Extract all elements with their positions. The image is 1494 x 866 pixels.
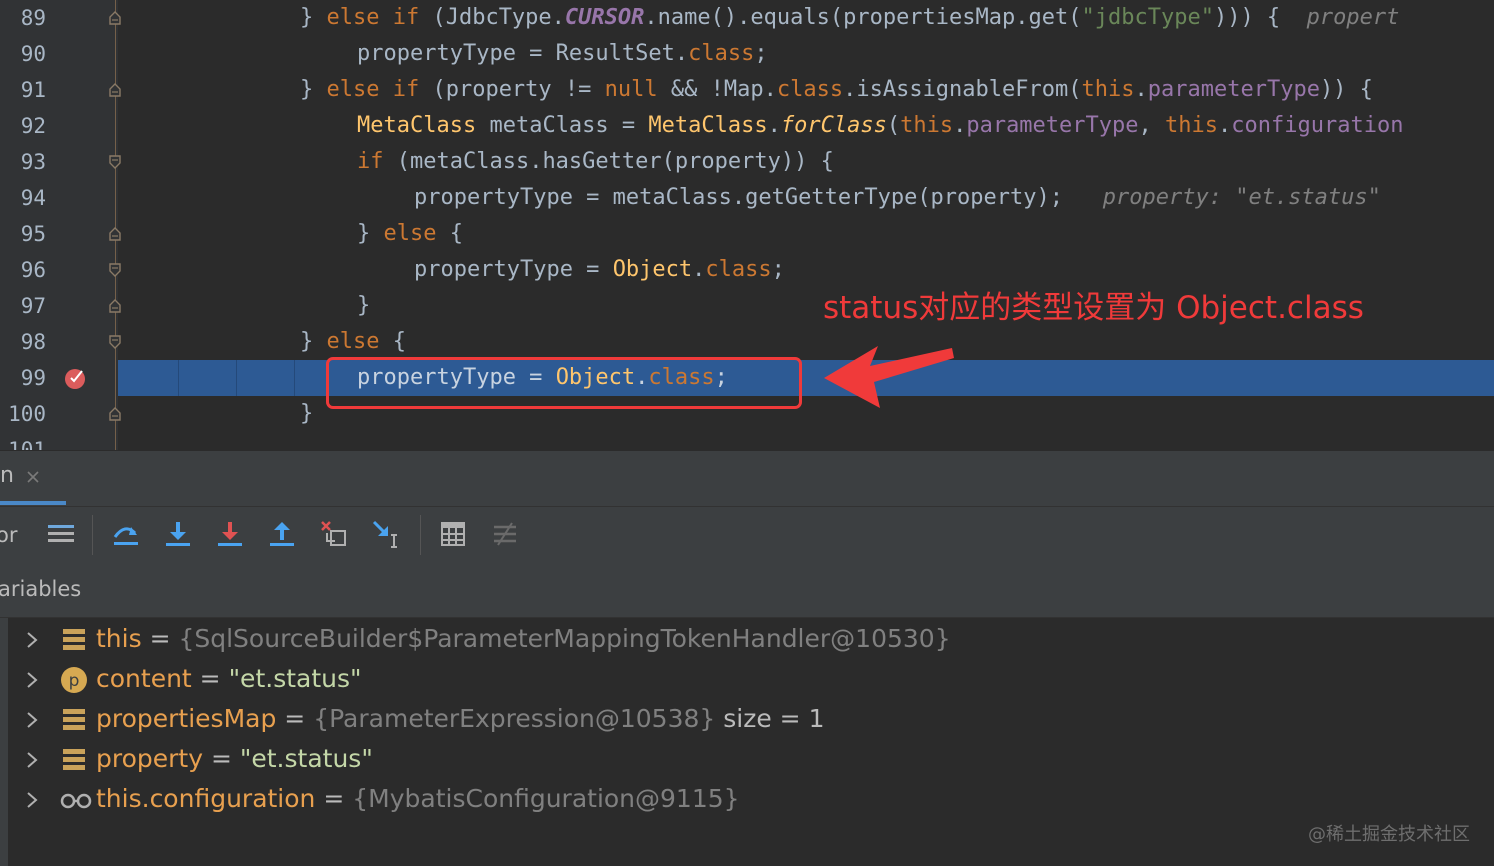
fold-marker-icon[interactable] bbox=[109, 227, 121, 241]
parameter-icon: p bbox=[61, 667, 87, 693]
indent-guide bbox=[178, 360, 179, 396]
code-text: propertyType = metaClass.getGetterType(p… bbox=[414, 185, 1381, 210]
variable-row-propertiesmap[interactable]: propertiesMap = {ParameterExpression@105… bbox=[0, 700, 1494, 740]
line-number: 96 bbox=[20, 258, 46, 282]
drop-frame-icon[interactable] bbox=[319, 519, 349, 549]
code-line-91[interactable]: 91 } else if (property != null && !Map.c… bbox=[0, 72, 1494, 108]
fold-marker-icon[interactable] bbox=[109, 11, 121, 25]
line-number: 101 bbox=[8, 438, 46, 450]
fold-marker-icon[interactable] bbox=[109, 263, 121, 277]
toolbar-separator bbox=[92, 515, 93, 555]
line-number: 94 bbox=[20, 186, 46, 210]
fold-marker-icon[interactable] bbox=[109, 299, 121, 313]
tab-label: n bbox=[0, 463, 14, 488]
code-text: propertyType = Object.class; bbox=[414, 257, 785, 282]
code-line-98[interactable]: 98 } else { bbox=[0, 324, 1494, 360]
code-text: } bbox=[300, 401, 314, 426]
variable-entry: this = {SqlSourceBuilder$ParameterMappin… bbox=[96, 624, 951, 653]
variable-row-this[interactable]: this = {SqlSourceBuilder$ParameterMappin… bbox=[0, 620, 1494, 660]
step-into-icon[interactable] bbox=[163, 519, 193, 549]
code-text: } else if (property != null && !Map.clas… bbox=[300, 77, 1373, 102]
breakpoint-icon[interactable] bbox=[64, 366, 88, 390]
code-line-94[interactable]: 94 propertyType = metaClass.getGetterTyp… bbox=[0, 180, 1494, 216]
annotation-text: status对应的类型设置为 Object.class bbox=[823, 290, 1364, 326]
variable-entry: content = "et.status" bbox=[96, 664, 362, 693]
svg-text:p: p bbox=[69, 671, 80, 691]
show-execution-point-icon[interactable] bbox=[46, 519, 76, 549]
toolbar-tab-label[interactable]: or bbox=[0, 523, 17, 547]
fold-marker-icon[interactable] bbox=[109, 407, 121, 421]
code-editor[interactable]: 89 } else if (JdbcType.CURSOR.name().equ… bbox=[0, 0, 1494, 450]
variables-title: ariables bbox=[0, 577, 82, 601]
run-to-cursor-icon[interactable] bbox=[371, 519, 401, 549]
code-line-101[interactable]: 101 bbox=[0, 432, 1494, 450]
line-number: 93 bbox=[20, 150, 46, 174]
step-out-icon[interactable] bbox=[267, 519, 297, 549]
inline-debug-hint: property: "et.status" bbox=[1102, 185, 1381, 210]
variable-entry: this.configuration = {MybatisConfigurati… bbox=[96, 784, 740, 813]
chevron-right-icon[interactable] bbox=[24, 790, 40, 810]
variable-row-this-configuration[interactable]: this.configuration = {MybatisConfigurati… bbox=[0, 780, 1494, 820]
indent-guide bbox=[294, 360, 295, 396]
chevron-right-icon[interactable] bbox=[24, 670, 40, 690]
fold-marker-icon[interactable] bbox=[109, 83, 121, 97]
code-line-90[interactable]: 90 propertyType = ResultSet.class; bbox=[0, 36, 1494, 72]
code-text: } bbox=[357, 293, 371, 318]
annotation-arrow-icon bbox=[824, 346, 954, 408]
variables-header: ariables bbox=[0, 563, 1494, 618]
fold-guide bbox=[115, 0, 116, 450]
line-number: 97 bbox=[20, 294, 46, 318]
code-text: } else { bbox=[300, 329, 406, 354]
field-icon bbox=[63, 629, 85, 650]
fold-marker-icon[interactable] bbox=[109, 335, 121, 349]
line-number: 95 bbox=[20, 222, 46, 246]
variable-row-property[interactable]: property = "et.status" bbox=[0, 740, 1494, 780]
code-text: MetaClass metaClass = MetaClass.forClass… bbox=[357, 113, 1404, 138]
step-over-icon[interactable] bbox=[111, 519, 141, 549]
chevron-right-icon[interactable] bbox=[24, 630, 40, 650]
debug-tab-bar: n bbox=[0, 450, 1494, 507]
evaluate-expression-icon[interactable] bbox=[438, 519, 468, 549]
watch-icon bbox=[60, 793, 92, 809]
line-number: 89 bbox=[20, 6, 46, 30]
code-line-95[interactable]: 95 } else { bbox=[0, 216, 1494, 252]
toolbar-separator bbox=[420, 515, 421, 555]
code-line-93[interactable]: 93 if (metaClass.hasGetter(property)) { bbox=[0, 144, 1494, 180]
code-text: } else if (JdbcType.CURSOR.name().equals… bbox=[300, 5, 1400, 30]
tab-debug[interactable]: n bbox=[0, 451, 66, 505]
line-number: 91 bbox=[20, 78, 46, 102]
field-icon bbox=[63, 749, 85, 770]
watermark: @稀土掘金技术社区 bbox=[1308, 824, 1470, 845]
active-tab-indicator bbox=[0, 501, 66, 505]
code-text: if (metaClass.hasGetter(property)) { bbox=[357, 149, 834, 174]
fold-marker-icon[interactable] bbox=[109, 155, 121, 169]
line-number: 90 bbox=[20, 42, 46, 66]
field-icon bbox=[63, 709, 85, 730]
variable-row-content[interactable]: p content = "et.status" bbox=[0, 660, 1494, 700]
trace-icon[interactable] bbox=[490, 519, 520, 549]
line-number: 92 bbox=[20, 114, 46, 138]
line-number: 100 bbox=[8, 402, 46, 426]
annotation-highlight-box bbox=[326, 357, 802, 409]
line-number: 99 bbox=[20, 366, 46, 390]
variable-entry: property = "et.status" bbox=[96, 744, 373, 773]
indent-guide bbox=[236, 360, 237, 396]
debugger-toolbar: or bbox=[0, 506, 1494, 564]
code-line-92[interactable]: 92 MetaClass metaClass = MetaClass.forCl… bbox=[0, 108, 1494, 144]
chevron-right-icon[interactable] bbox=[24, 750, 40, 770]
code-text: } else { bbox=[357, 221, 463, 246]
code-text: propertyType = ResultSet.class; bbox=[357, 41, 768, 66]
force-step-into-icon[interactable] bbox=[215, 519, 245, 549]
code-line-89[interactable]: 89 } else if (JdbcType.CURSOR.name().equ… bbox=[0, 0, 1494, 36]
chevron-right-icon[interactable] bbox=[24, 710, 40, 730]
line-number: 98 bbox=[20, 330, 46, 354]
variable-entry: propertiesMap = {ParameterExpression@105… bbox=[96, 704, 825, 733]
close-icon[interactable] bbox=[25, 469, 41, 485]
